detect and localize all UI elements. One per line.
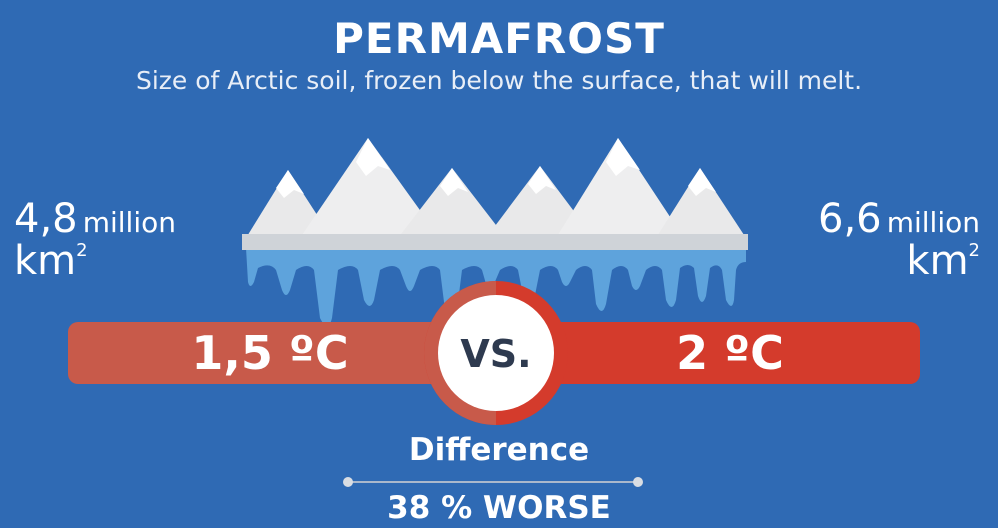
area-right-unit: km (906, 238, 969, 284)
area-right-exponent: 2 (968, 240, 980, 261)
vs-label: VS. (460, 332, 532, 376)
area-left-word: million (82, 206, 176, 239)
area-left: 4,8 million km2 (14, 198, 244, 282)
ice-mountains (246, 138, 746, 238)
temperature-right: 2 ºC (676, 326, 784, 380)
area-right: 6,6 million km2 (750, 198, 980, 282)
area-left-unit: km (14, 238, 77, 284)
temperature-left: 1,5 ºC (191, 326, 349, 380)
area-left-number: 4,8 (14, 196, 78, 242)
ice-shelf (242, 234, 748, 250)
difference-value: 38 % WORSE (387, 490, 611, 526)
area-right-word: million (886, 206, 980, 239)
difference-label: Difference (408, 432, 590, 468)
area-left-exponent: 2 (76, 240, 88, 261)
area-right-number: 6,6 (818, 196, 882, 242)
